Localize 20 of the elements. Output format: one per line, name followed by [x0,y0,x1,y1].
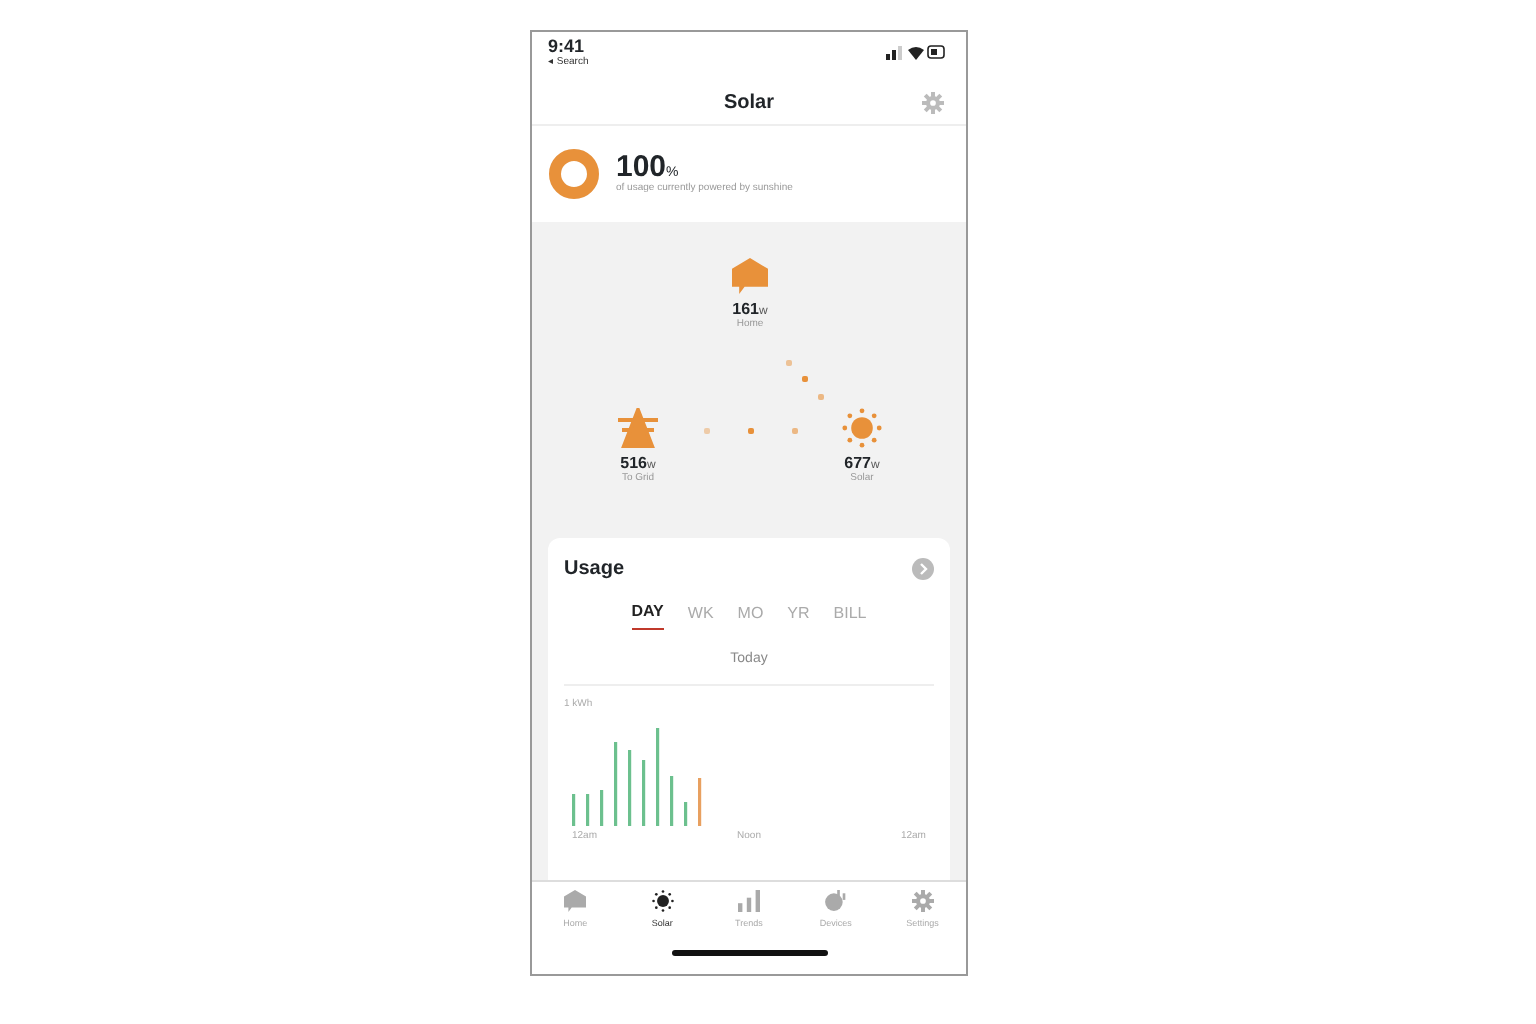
period-tab[interactable]: DAY [631,600,664,630]
chevron-icon[interactable] [912,558,934,580]
bar-chart-icon [737,890,760,912]
period-tab[interactable]: MO [737,600,764,630]
settings-icon [911,890,934,912]
status-time: 9:41 [548,38,585,56]
power-tower-icon [618,408,658,448]
sun-icon [651,890,674,912]
settings-icon[interactable] [922,92,944,114]
sun-icon [842,408,882,448]
plug-icon [824,890,847,912]
period-tab[interactable]: YR [787,600,810,630]
screen-title: Solar [723,90,774,118]
home-icon [732,258,768,294]
period-tab[interactable]: BILL [833,600,867,630]
home-icon [564,890,587,912]
usage-bars-drawing [572,728,702,826]
status-icons [886,44,946,60]
period-tab[interactable]: WK [687,600,714,630]
card-title: Usage [564,556,625,584]
